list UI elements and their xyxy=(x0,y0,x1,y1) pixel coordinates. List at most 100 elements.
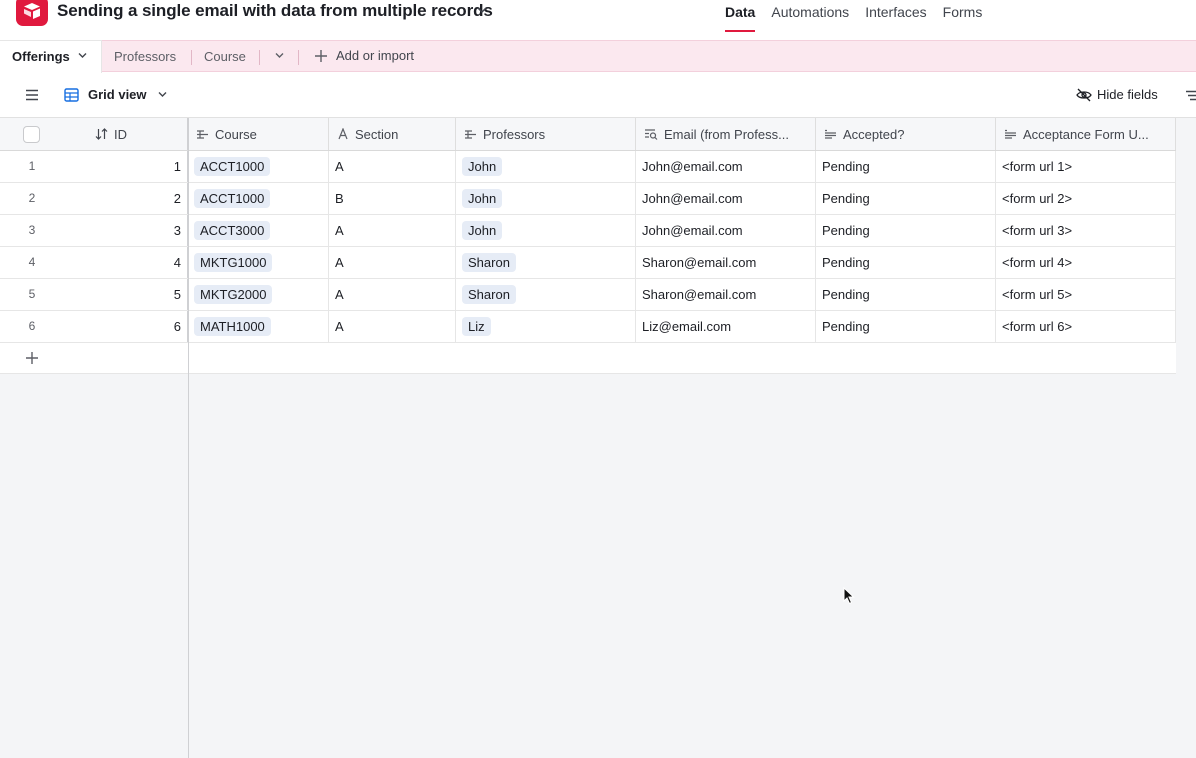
table-row[interactable]: 1 1 ACCT1000 A John John@email.com Pending <for… xyxy=(0,151,1176,183)
cell-professor[interactable]: John xyxy=(456,151,636,182)
column-header-accepted[interactable]: Accepted? xyxy=(816,118,996,150)
airtable-logo-icon[interactable] xyxy=(16,0,48,26)
linked-record-chip[interactable]: MATH1000 xyxy=(194,317,271,336)
tab-professors[interactable]: Professors xyxy=(114,49,176,64)
column-header-professors[interactable]: Professors xyxy=(456,118,636,150)
text-field-icon xyxy=(338,128,348,140)
cell-acceptance-form[interactable]: <form url 3> xyxy=(996,215,1176,246)
chevron-down-icon[interactable] xyxy=(77,51,88,60)
cell-professor[interactable]: Liz xyxy=(456,311,636,342)
cell-course[interactable]: MKTG1000 xyxy=(188,247,329,278)
add-or-import-button[interactable]: Add or import xyxy=(314,48,414,63)
table-row[interactable]: 4 4 MKTG1000 A Sharon Sharon@email.com Pending… xyxy=(0,247,1176,279)
cell-email[interactable]: Sharon@email.com xyxy=(636,247,816,278)
select-all-checkbox[interactable] xyxy=(23,126,40,143)
column-header-email[interactable]: Email (from Profess... xyxy=(636,118,816,150)
cell-email[interactable]: John@email.com xyxy=(636,215,816,246)
cell-accepted[interactable]: Pending xyxy=(816,151,996,182)
table-row[interactable]: 2 2 ACCT1000 B John John@email.com Pending <for… xyxy=(0,183,1176,215)
chevron-down-icon[interactable] xyxy=(274,51,285,60)
top-header: Sending a single email with data from mu… xyxy=(0,0,1196,40)
cell-value: <form url 5> xyxy=(1002,287,1073,302)
cell-course[interactable]: ACCT1000 xyxy=(188,183,329,214)
cell-acceptance-form[interactable]: <form url 1> xyxy=(996,151,1176,182)
cell-acceptance-form[interactable]: <form url 6> xyxy=(996,311,1176,342)
table-row[interactable]: 3 3 ACCT3000 A John John@email.com Pending <for… xyxy=(0,215,1176,247)
chevron-down-icon[interactable] xyxy=(476,5,488,15)
cell-id[interactable]: 3 xyxy=(64,215,188,246)
cell-id[interactable]: 2 xyxy=(64,183,188,214)
cell-id[interactable]: 5 xyxy=(64,279,188,310)
cell-accepted[interactable]: Pending xyxy=(816,247,996,278)
row-number: 2 xyxy=(28,191,36,205)
filter-icon[interactable] xyxy=(1186,90,1196,101)
cell-value: A xyxy=(335,319,344,334)
cell-id[interactable]: 1 xyxy=(64,151,188,182)
cell-section[interactable]: A xyxy=(329,151,456,182)
column-label: Course xyxy=(215,126,257,142)
linked-record-chip[interactable]: John xyxy=(462,221,503,240)
linked-record-chip[interactable]: John xyxy=(462,189,503,208)
tab-course[interactable]: Course xyxy=(204,49,246,64)
column-header-acceptance-form[interactable]: Acceptance Form U... xyxy=(996,118,1176,150)
column-header-id[interactable]: ID xyxy=(64,118,188,150)
cell-section[interactable]: A xyxy=(329,279,456,310)
linked-record-chip[interactable]: ACCT1000 xyxy=(194,157,271,176)
row-number: 1 xyxy=(28,159,36,173)
tab-label: Offerings xyxy=(12,49,70,64)
cell-section[interactable]: A xyxy=(329,311,456,342)
cell-section[interactable]: A xyxy=(329,247,456,278)
linked-record-chip[interactable]: MKTG2000 xyxy=(194,285,273,304)
frozen-column-divider xyxy=(188,118,189,758)
cell-course[interactable]: ACCT3000 xyxy=(188,215,329,246)
cell-acceptance-form[interactable]: <form url 5> xyxy=(996,279,1176,310)
linked-record-chip[interactable]: Liz xyxy=(462,317,491,336)
nav-forms[interactable]: Forms xyxy=(943,4,983,32)
cell-accepted[interactable]: Pending xyxy=(816,279,996,310)
cell-course[interactable]: MATH1000 xyxy=(188,311,329,342)
cell-professor[interactable]: John xyxy=(456,183,636,214)
hide-fields-button[interactable]: Hide fields xyxy=(1076,87,1158,102)
chevron-down-icon[interactable] xyxy=(157,90,168,99)
cell-professor[interactable]: Sharon xyxy=(456,247,636,278)
cell-email[interactable]: John@email.com xyxy=(636,151,816,182)
add-row-button[interactable] xyxy=(0,343,1176,374)
top-navigation: Data Automations Interfaces Forms xyxy=(725,4,998,32)
cell-id[interactable]: 4 xyxy=(64,247,188,278)
column-header-course[interactable]: Course xyxy=(188,118,329,150)
menu-icon[interactable] xyxy=(25,89,39,101)
cell-acceptance-form[interactable]: <form url 4> xyxy=(996,247,1176,278)
view-name[interactable]: Grid view xyxy=(88,87,147,102)
cell-accepted[interactable]: Pending xyxy=(816,311,996,342)
tab-divider xyxy=(191,50,192,65)
cell-value: John@email.com xyxy=(642,223,743,238)
nav-data[interactable]: Data xyxy=(725,4,756,32)
cell-email[interactable]: John@email.com xyxy=(636,183,816,214)
linked-record-chip[interactable]: John xyxy=(462,157,503,176)
cell-professor[interactable]: Sharon xyxy=(456,279,636,310)
linked-record-chip[interactable]: MKTG1000 xyxy=(194,253,273,272)
cell-accepted[interactable]: Pending xyxy=(816,215,996,246)
linked-record-chip[interactable]: ACCT1000 xyxy=(194,189,271,208)
cell-course[interactable]: ACCT1000 xyxy=(188,151,329,182)
cell-professor[interactable]: John xyxy=(456,215,636,246)
cell-section[interactable]: B xyxy=(329,183,456,214)
cell-email[interactable]: Liz@email.com xyxy=(636,311,816,342)
cell-course[interactable]: MKTG2000 xyxy=(188,279,329,310)
cell-id[interactable]: 6 xyxy=(64,311,188,342)
linked-record-chip[interactable]: Sharon xyxy=(462,253,516,272)
cell-section[interactable]: A xyxy=(329,215,456,246)
nav-automations[interactable]: Automations xyxy=(771,4,849,32)
linked-record-chip[interactable]: Sharon xyxy=(462,285,516,304)
linked-record-chip[interactable]: ACCT3000 xyxy=(194,221,271,240)
column-header-section[interactable]: Section xyxy=(329,118,456,150)
table-row[interactable]: 6 6 MATH1000 A Liz Liz@email.com Pending <form … xyxy=(0,311,1176,343)
cell-accepted[interactable]: Pending xyxy=(816,183,996,214)
column-label: Email (from Profess... xyxy=(664,126,789,142)
table-row[interactable]: 5 5 MKTG2000 A Sharon Sharon@email.com Pending… xyxy=(0,279,1176,311)
cell-email[interactable]: Sharon@email.com xyxy=(636,279,816,310)
cell-acceptance-form[interactable]: <form url 2> xyxy=(996,183,1176,214)
tab-offerings[interactable]: Offerings xyxy=(0,40,102,73)
nav-interfaces[interactable]: Interfaces xyxy=(865,4,926,32)
base-title[interactable]: Sending a single email with data from mu… xyxy=(57,1,493,21)
